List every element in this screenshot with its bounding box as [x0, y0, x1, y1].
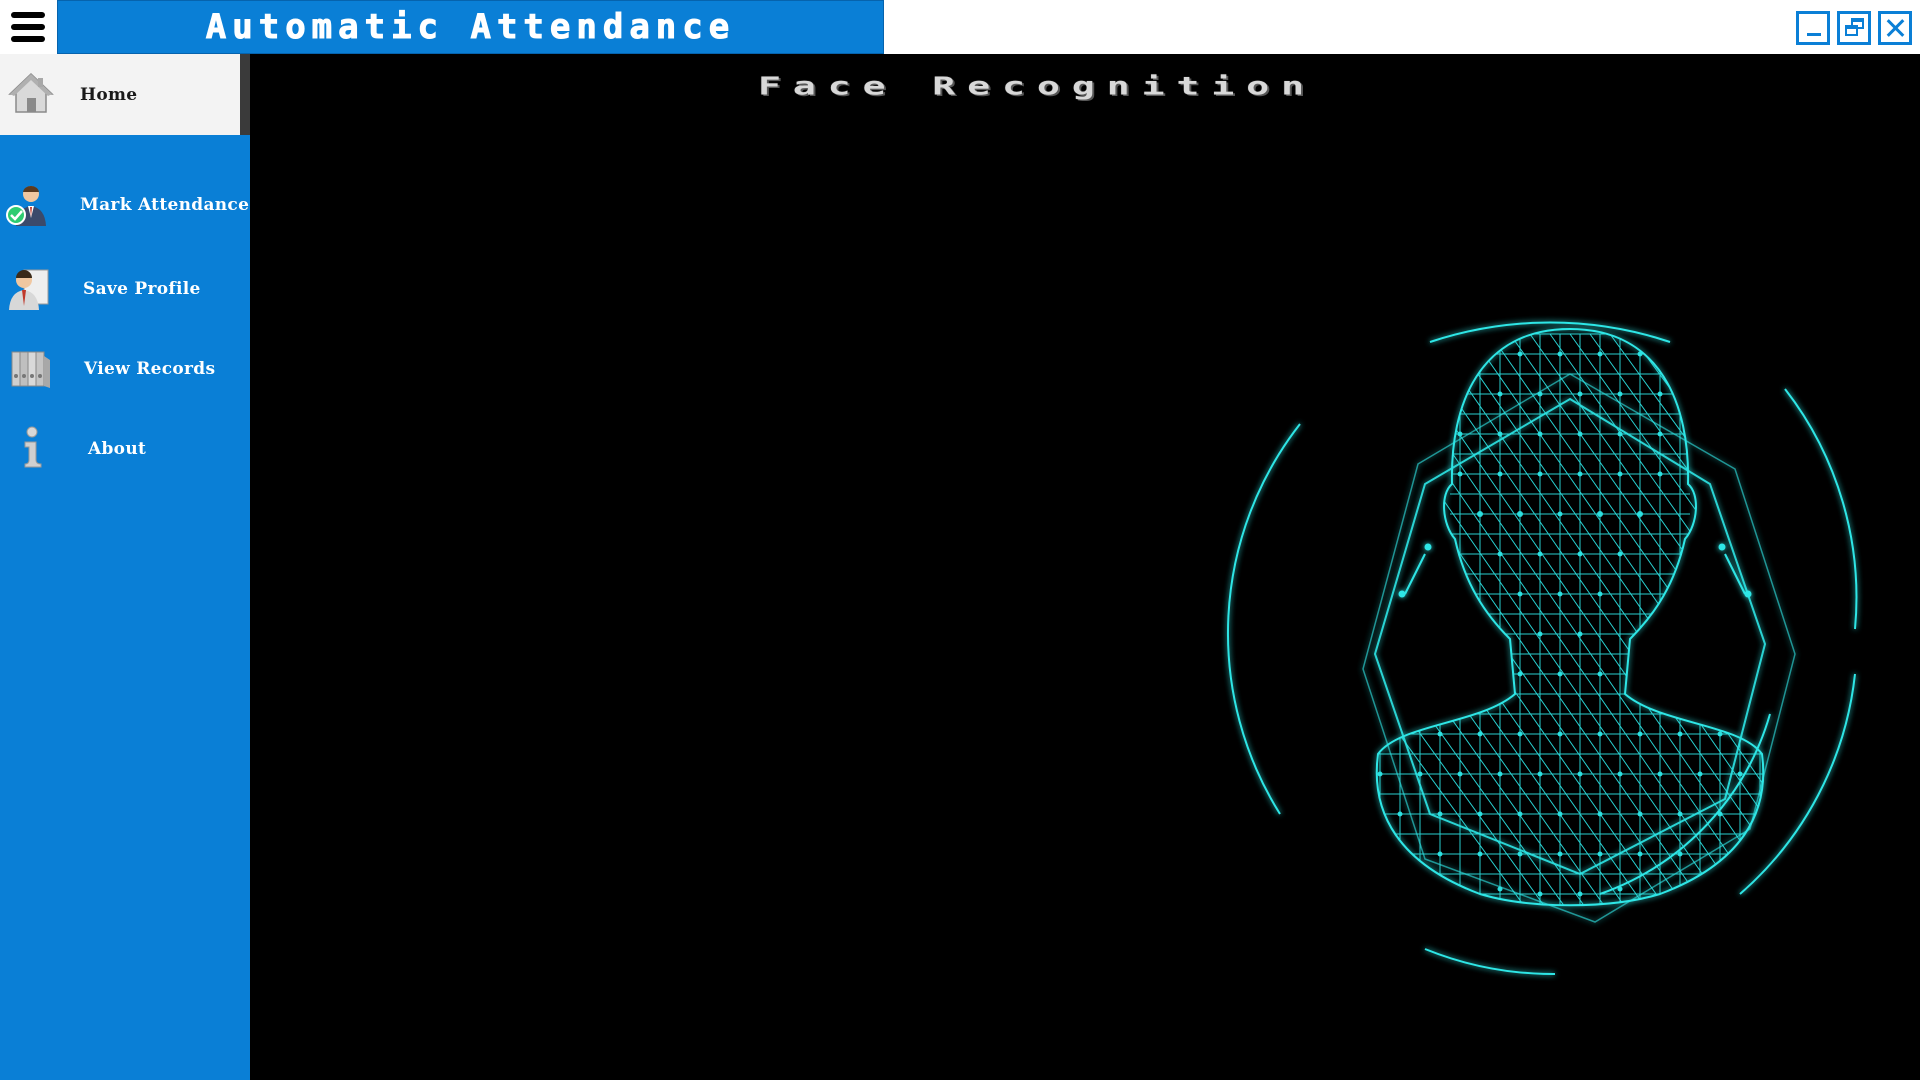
- face-scan-graphic: [1226, 321, 1858, 976]
- binders-icon: [11, 351, 50, 388]
- hamburger-menu-icon[interactable]: [0, 0, 56, 54]
- active-indicator: [240, 54, 250, 135]
- sidebar-item-view-records[interactable]: View Records: [0, 344, 250, 394]
- home-icon: [8, 72, 54, 113]
- app-title-banner: Automatic Attendance: [57, 0, 884, 54]
- sidebar-item-about[interactable]: About: [0, 424, 250, 474]
- user-check-icon: [6, 185, 46, 226]
- minimize-icon[interactable]: [1796, 11, 1830, 45]
- restore-icon[interactable]: [1837, 11, 1871, 45]
- main-panel: Face Recognition: [250, 54, 1920, 1080]
- sidebar-item-label: View Records: [84, 359, 216, 379]
- sidebar-item-label: Mark Attendance: [80, 195, 250, 215]
- sidebar-item-label: About: [88, 439, 147, 459]
- sidebar-item-label: Home: [80, 84, 138, 105]
- sidebar: Home Mark Attendance Save Profile View R…: [0, 54, 250, 1080]
- sidebar-item-save-profile[interactable]: Save Profile: [0, 264, 250, 314]
- sidebar-item-label: Save Profile: [83, 279, 201, 299]
- sidebar-item-home[interactable]: Home: [0, 54, 250, 135]
- profile-icon: [9, 269, 49, 310]
- app-title: Automatic Attendance: [205, 7, 736, 48]
- page-title: Face Recognition: [757, 71, 1317, 101]
- sidebar-item-mark-attendance[interactable]: Mark Attendance: [0, 180, 250, 230]
- info-icon: [24, 426, 42, 468]
- close-icon[interactable]: [1878, 11, 1912, 45]
- title-bar: Automatic Attendance: [0, 0, 1920, 54]
